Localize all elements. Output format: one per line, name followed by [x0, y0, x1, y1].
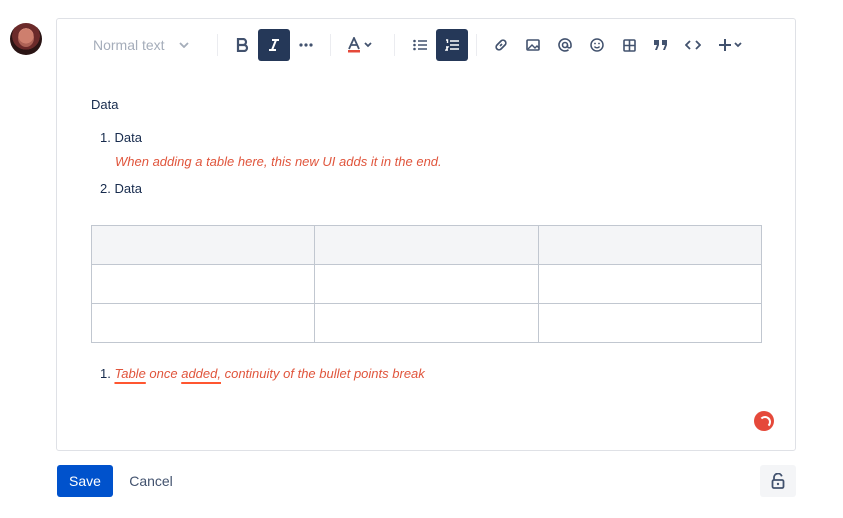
text-style-dropdown[interactable]: Normal text	[93, 37, 189, 53]
list-marker: 1.	[100, 366, 111, 381]
link-icon	[495, 39, 507, 51]
table-cell[interactable]	[537, 264, 763, 304]
text-style-label: Normal text	[93, 37, 165, 53]
paragraph: Data	[91, 97, 119, 112]
save-button[interactable]: Save	[57, 465, 113, 497]
image-icon	[526, 39, 540, 51]
table-icon	[622, 38, 636, 52]
more-formatting-icon	[299, 43, 313, 47]
table-cell[interactable]	[90, 264, 316, 304]
table[interactable]	[90, 225, 763, 343]
more-formatting-button[interactable]	[290, 29, 322, 61]
table-cell[interactable]	[90, 303, 316, 343]
divider	[476, 34, 477, 56]
divider	[217, 34, 218, 56]
italic-button[interactable]	[258, 29, 290, 61]
emoji-button[interactable]	[581, 29, 613, 61]
bold-button[interactable]	[226, 29, 258, 61]
quote-button[interactable]	[645, 29, 677, 61]
image-button[interactable]	[517, 29, 549, 61]
unlock-icon	[771, 473, 785, 489]
note-text: continuity of the bullet points break	[220, 366, 425, 381]
code-button[interactable]	[677, 29, 709, 61]
numbered-list-button[interactable]	[436, 29, 468, 61]
bullet-list-icon	[413, 39, 427, 51]
insert-button[interactable]	[713, 29, 749, 61]
spell-error-word[interactable]: added,	[181, 366, 221, 381]
annotation-note: Table once added, continuity of the bull…	[114, 366, 424, 381]
table-header-cell[interactable]	[90, 225, 316, 265]
code-icon	[685, 40, 701, 50]
table-button[interactable]	[613, 29, 645, 61]
table-cell[interactable]	[314, 264, 539, 304]
bold-icon	[236, 38, 249, 52]
insert-icon	[719, 39, 742, 51]
table-cell[interactable]	[314, 303, 539, 343]
list-text: Data	[114, 181, 142, 196]
toolbar: Normal text	[57, 19, 795, 71]
table-header-cell[interactable]	[314, 225, 539, 265]
numbered-list-icon	[445, 39, 459, 51]
bullet-list-button[interactable]	[404, 29, 436, 61]
chevron-down-icon	[178, 42, 189, 48]
table-header-cell[interactable]	[537, 225, 763, 265]
annotation-note: When adding a table here, this new UI ad…	[115, 154, 442, 169]
mention-icon	[558, 38, 572, 52]
spell-error-word[interactable]: Table	[114, 366, 145, 381]
cancel-button[interactable]: Cancel	[118, 465, 184, 497]
list-item: 1. Data	[100, 130, 142, 145]
loading-spinner-icon	[754, 411, 774, 431]
list-marker: 1.	[100, 130, 111, 145]
divider	[394, 34, 395, 56]
editor[interactable]: Normal text Data 1. Data When adding a t…	[56, 18, 796, 451]
italic-icon	[269, 39, 279, 51]
quote-icon	[654, 40, 667, 50]
text-color-button[interactable]	[340, 29, 380, 61]
table-cell[interactable]	[537, 303, 763, 343]
table-row	[90, 264, 763, 304]
table-header-row	[90, 225, 763, 265]
text-color-icon	[348, 37, 372, 53]
table-row	[90, 303, 763, 343]
list-item: 2. Data	[100, 181, 142, 196]
list-text: Data	[114, 130, 142, 145]
restrictions-button[interactable]	[760, 465, 796, 497]
link-button[interactable]	[485, 29, 517, 61]
list-marker: 2.	[100, 181, 111, 196]
avatar	[10, 23, 42, 55]
note-text: once	[145, 366, 182, 381]
emoji-icon	[590, 38, 604, 52]
list-item: 1. Table once added, continuity of the b…	[100, 366, 425, 381]
divider	[330, 34, 331, 56]
mention-button[interactable]	[549, 29, 581, 61]
